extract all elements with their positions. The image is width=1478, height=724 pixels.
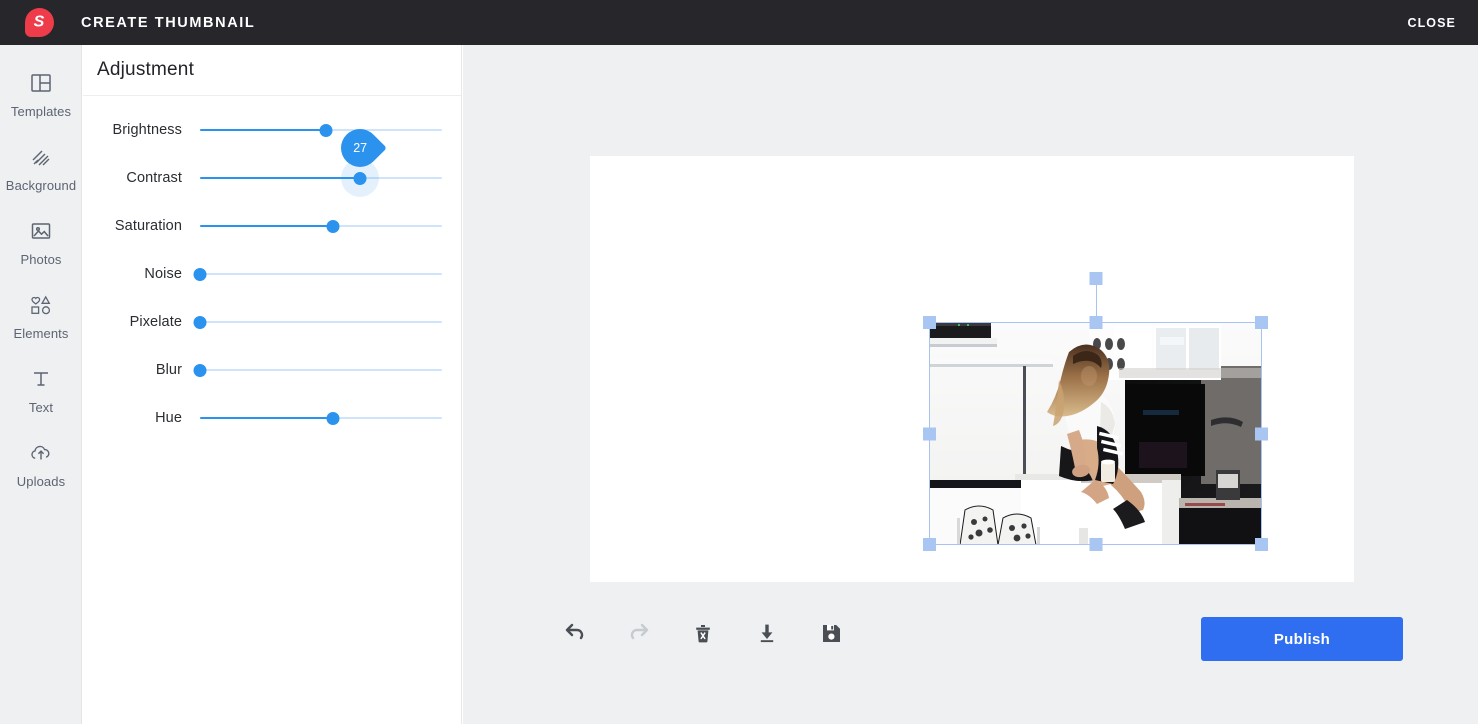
slider-fill: [200, 177, 360, 179]
background-icon: [26, 142, 56, 172]
page-title: CREATE THUMBNAIL: [81, 14, 256, 31]
save-button[interactable]: [814, 617, 848, 651]
slider-fill: [200, 129, 326, 131]
delete-button[interactable]: [686, 617, 720, 651]
slider-label: Saturation: [114, 218, 182, 234]
sidebar: Templates Background Photos Elements Tex…: [0, 45, 82, 724]
hue-slider[interactable]: [200, 403, 442, 433]
resize-handle-middle-right[interactable]: [1255, 427, 1268, 440]
resize-handle-bottom-left[interactable]: [923, 538, 936, 551]
rotate-handle[interactable]: [1089, 272, 1102, 285]
sidebar-item-label: Elements: [13, 325, 69, 341]
sidebar-item-label: Photos: [20, 251, 62, 267]
slider-thumb[interactable]: [353, 171, 367, 185]
sidebar-item-elements[interactable]: Elements: [0, 278, 82, 352]
slider-fill: [200, 225, 334, 227]
brightness-slider[interactable]: [200, 115, 442, 145]
photos-icon: [26, 216, 56, 246]
slider-track: [200, 369, 442, 371]
slider-row-contrast: Contrast 27: [83, 121, 461, 202]
adjustment-panel-header: Adjustment: [83, 45, 461, 96]
sidebar-item-text[interactable]: Text: [0, 352, 82, 426]
slider-row-pixelate: Pixelate: [83, 298, 461, 346]
resize-handle-bottom-center[interactable]: [1089, 538, 1102, 551]
resize-handle-bottom-right[interactable]: [1255, 538, 1268, 551]
slider-label: Brightness: [112, 122, 182, 138]
contrast-slider[interactable]: 27: [200, 121, 442, 197]
slider-label: Blur: [155, 362, 182, 378]
speech-bubble-logo-icon: S: [24, 8, 54, 37]
sidebar-item-label: Uploads: [16, 473, 66, 489]
create-thumbnail-editor: S CREATE THUMBNAIL CLOSE Templates Backg…: [0, 0, 1478, 724]
slider-row-saturation: Saturation: [83, 202, 461, 250]
slider-label: Noise: [144, 266, 182, 282]
slider-fill: [200, 417, 334, 419]
text-icon: [26, 364, 56, 394]
slider-track: [200, 273, 442, 275]
slider-track: [200, 321, 442, 323]
app-logo[interactable]: S: [0, 0, 78, 45]
floppy-icon: [820, 622, 842, 647]
redo-icon: [627, 621, 651, 648]
download-icon: [756, 622, 778, 647]
slider-label: Hue: [155, 410, 182, 426]
sidebar-item-uploads[interactable]: Uploads: [0, 426, 82, 500]
slider-row-brightness: Brightness: [83, 106, 461, 154]
selected-image-object[interactable]: [923, 272, 1268, 551]
slider-value-text: 27: [352, 140, 367, 155]
slider-thumb[interactable]: [326, 219, 340, 233]
slider-thumb[interactable]: [319, 123, 333, 137]
workspace: Publish: [463, 45, 1478, 724]
pixelate-slider[interactable]: [193, 307, 442, 337]
slider-thumb[interactable]: [193, 267, 207, 281]
slider-thumb[interactable]: [193, 315, 207, 329]
redo-button[interactable]: [622, 617, 656, 651]
templates-icon: [26, 68, 56, 98]
sidebar-item-label: Text: [28, 399, 54, 415]
resize-handle-top-left[interactable]: [923, 316, 936, 329]
logo-letter: S: [33, 13, 45, 30]
resize-handle-top-right[interactable]: [1255, 316, 1268, 329]
adjustment-panel: Adjustment Brightness Contrast 27 Satura…: [83, 45, 462, 724]
sidebar-item-label: Background: [5, 177, 77, 193]
undo-button[interactable]: [558, 617, 592, 651]
adjustment-slider-list: Brightness Contrast 27 Saturation Noise …: [83, 96, 461, 442]
slider-label: Pixelate: [129, 314, 182, 330]
selection-bounding-box: [929, 322, 1262, 545]
slider-thumb[interactable]: [326, 411, 340, 425]
editor-toolbar: [558, 617, 848, 651]
slider-row-blur: Blur: [83, 346, 461, 394]
slider-row-noise: Noise: [83, 250, 461, 298]
trash-x-icon: [692, 622, 714, 647]
elements-icon: [26, 290, 56, 320]
sidebar-item-templates[interactable]: Templates: [0, 56, 82, 130]
slider-thumb[interactable]: [193, 363, 207, 377]
resize-handle-top-center[interactable]: [1089, 316, 1102, 329]
adjustment-title: Adjustment: [97, 59, 195, 80]
sidebar-item-background[interactable]: Background: [0, 130, 82, 204]
sidebar-item-photos[interactable]: Photos: [0, 204, 82, 278]
sidebar-item-label: Templates: [10, 103, 72, 119]
slider-row-hue: Hue: [83, 394, 461, 442]
noise-slider[interactable]: [193, 259, 442, 289]
resize-handle-middle-left[interactable]: [923, 427, 936, 440]
publish-button[interactable]: Publish: [1201, 617, 1403, 661]
blur-slider[interactable]: [193, 355, 442, 385]
close-button[interactable]: CLOSE: [1407, 0, 1456, 45]
design-canvas[interactable]: [590, 156, 1354, 582]
uploads-icon: [26, 438, 56, 468]
undo-icon: [563, 621, 587, 648]
download-button[interactable]: [750, 617, 784, 651]
saturation-slider[interactable]: [200, 211, 442, 241]
top-bar: S CREATE THUMBNAIL CLOSE: [0, 0, 1478, 45]
slider-label: Contrast: [126, 170, 182, 186]
